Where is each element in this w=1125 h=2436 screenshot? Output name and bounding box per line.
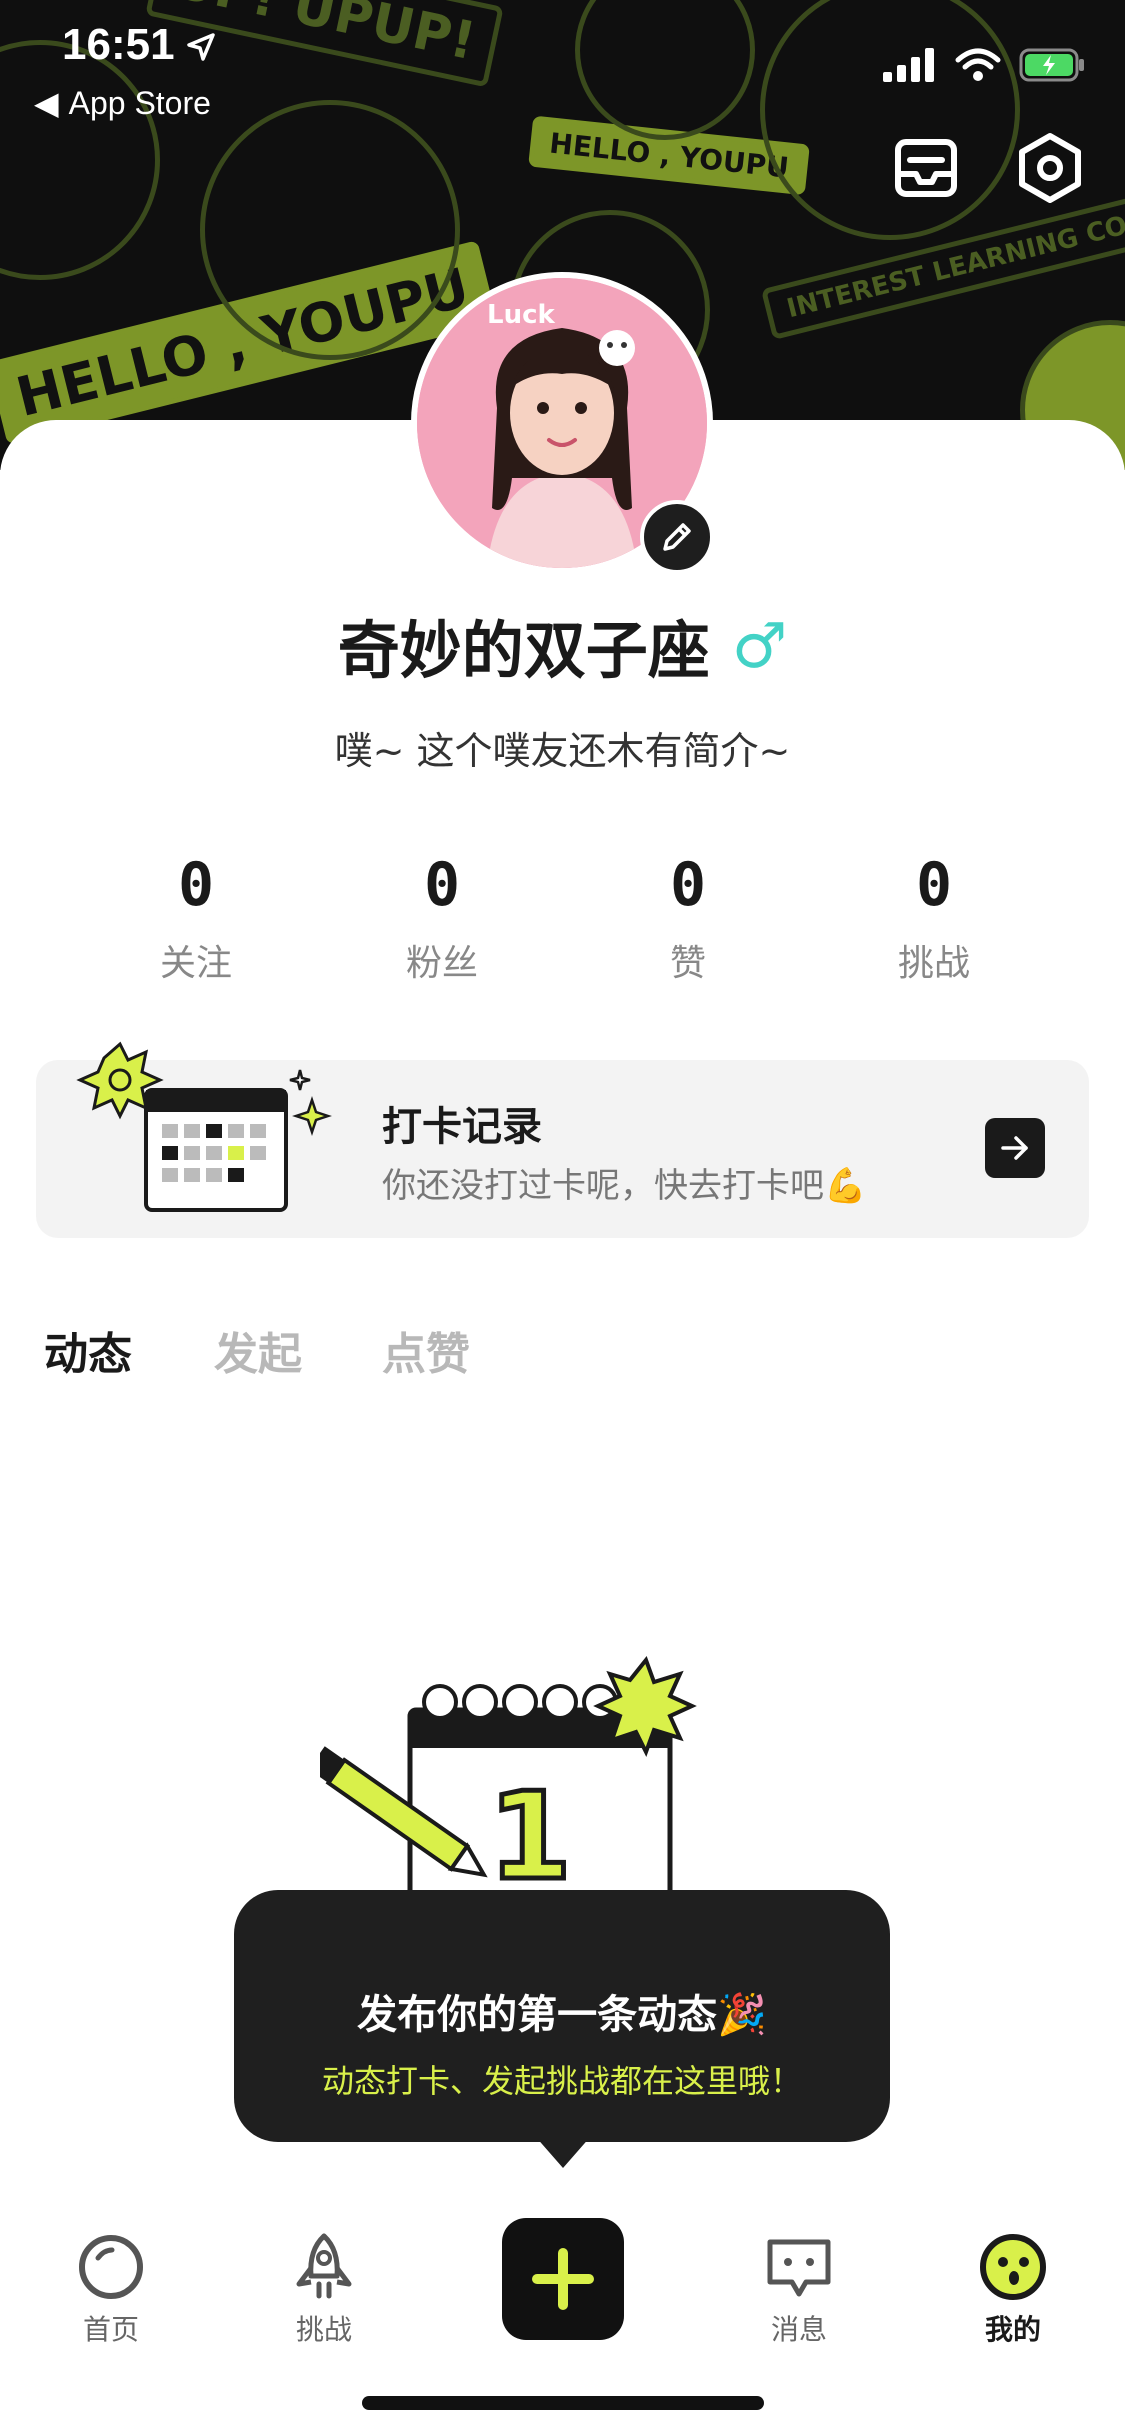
- tabbar-item-me[interactable]: 我的: [948, 2232, 1078, 2348]
- location-arrow-icon: [187, 33, 215, 61]
- create-post-button[interactable]: [502, 2218, 624, 2340]
- inbox-button[interactable]: [888, 130, 964, 206]
- status-time: 16:51: [62, 20, 175, 69]
- stat-followers[interactable]: 0 粉丝: [342, 850, 542, 986]
- checkin-title: 打卡记录: [382, 1104, 542, 1150]
- stat-following[interactable]: 0 关注: [96, 850, 296, 986]
- gender-male-icon: ♂: [731, 608, 788, 682]
- checkin-arrow-button[interactable]: [985, 1118, 1045, 1178]
- stat-label: 粉丝: [405, 943, 478, 984]
- tabbar-label: 首页: [82, 2313, 139, 2346]
- stat-label: 关注: [159, 943, 232, 984]
- tabbar-item-messages[interactable]: 消息: [734, 2232, 864, 2348]
- calendar-number: 1: [488, 1768, 572, 1907]
- back-app-label: App Store: [68, 85, 211, 121]
- battery-charging-icon: [1019, 48, 1084, 82]
- stat-value: 0: [669, 850, 707, 920]
- settings-hexagon-icon: [1019, 133, 1081, 203]
- stat-likes[interactable]: 0 赞: [588, 850, 788, 986]
- tooltip-title: 发布你的第一条动态🎉: [357, 1992, 767, 2038]
- tab-initiated[interactable]: 发起: [214, 1318, 302, 1382]
- tab-liked[interactable]: 点赞: [382, 1318, 470, 1382]
- back-to-app-store[interactable]: ◀ App Store: [34, 84, 211, 122]
- settings-button[interactable]: [1012, 130, 1088, 206]
- checkin-subtitle: 你还没打过卡呢，快去打卡吧💪: [382, 1166, 867, 1206]
- tabbar-item-challenges[interactable]: 挑战: [259, 2232, 389, 2348]
- edit-avatar-button[interactable]: [640, 500, 714, 574]
- cellular-signal-icon: [883, 48, 934, 82]
- stat-challenges[interactable]: 0 挑战: [834, 850, 1034, 986]
- stat-value: 0: [423, 850, 461, 920]
- tabbar-label: 挑战: [295, 2313, 352, 2346]
- header-circle-sticker: [200, 100, 460, 360]
- bottom-tab-bar: 首页 挑战 消息 我的: [0, 2210, 1125, 2360]
- wifi-icon: [955, 48, 1001, 81]
- inbox-tray-icon: [895, 139, 957, 197]
- stat-label: 赞: [669, 943, 706, 984]
- tab-label: 发起: [214, 1329, 302, 1380]
- message-icon: [767, 2239, 831, 2297]
- tooltip-subtitle: 动态打卡、发起挑战都在这里哦！: [321, 2062, 802, 2100]
- home-indicator: [362, 2396, 764, 2410]
- user-bio: 噗~ 这个噗友还木有简介~: [334, 729, 791, 773]
- home-icon: [79, 2235, 143, 2299]
- tab-feed[interactable]: 动态: [39, 1318, 175, 1382]
- tabbar-item-home[interactable]: 首页: [46, 2232, 176, 2348]
- stat-value: 0: [915, 850, 953, 920]
- tabbar-label: 我的: [984, 2313, 1041, 2346]
- tabbar-label: 消息: [770, 2313, 827, 2346]
- profile-face-icon: [980, 2234, 1046, 2300]
- plus-icon: [532, 2248, 594, 2310]
- checkin-record-card[interactable]: 打卡记录 你还没打过卡呢，快去打卡吧💪: [36, 1041, 1089, 1238]
- tab-label: 动态: [44, 1329, 132, 1380]
- stats-row: 0 关注 0 粉丝 0 赞 0 挑战: [0, 850, 1125, 990]
- pencil-icon: [663, 523, 691, 551]
- stat-label: 挑战: [897, 943, 970, 984]
- rocket-icon: [296, 2233, 352, 2299]
- username: 奇妙的双子座: [337, 614, 710, 687]
- tooltip-pointer: [535, 2136, 591, 2168]
- username-row: 奇妙的双子座 ♂: [0, 600, 1125, 690]
- svg-text:Luck: Luck: [487, 300, 555, 330]
- status-bar: 16:51 ◀ App Store: [0, 0, 1125, 130]
- calendar-checkin-icon: [76, 1041, 332, 1212]
- stat-value: 0: [177, 850, 215, 920]
- first-post-tooltip[interactable]: 发布你的第一条动态🎉 动态打卡、发起挑战都在这里哦！: [234, 1890, 890, 2142]
- status-icons: [883, 48, 1085, 82]
- tab-label: 点赞: [382, 1329, 470, 1380]
- arrow-right-icon: [1001, 1136, 1028, 1160]
- back-triangle-icon: ◀: [34, 85, 59, 121]
